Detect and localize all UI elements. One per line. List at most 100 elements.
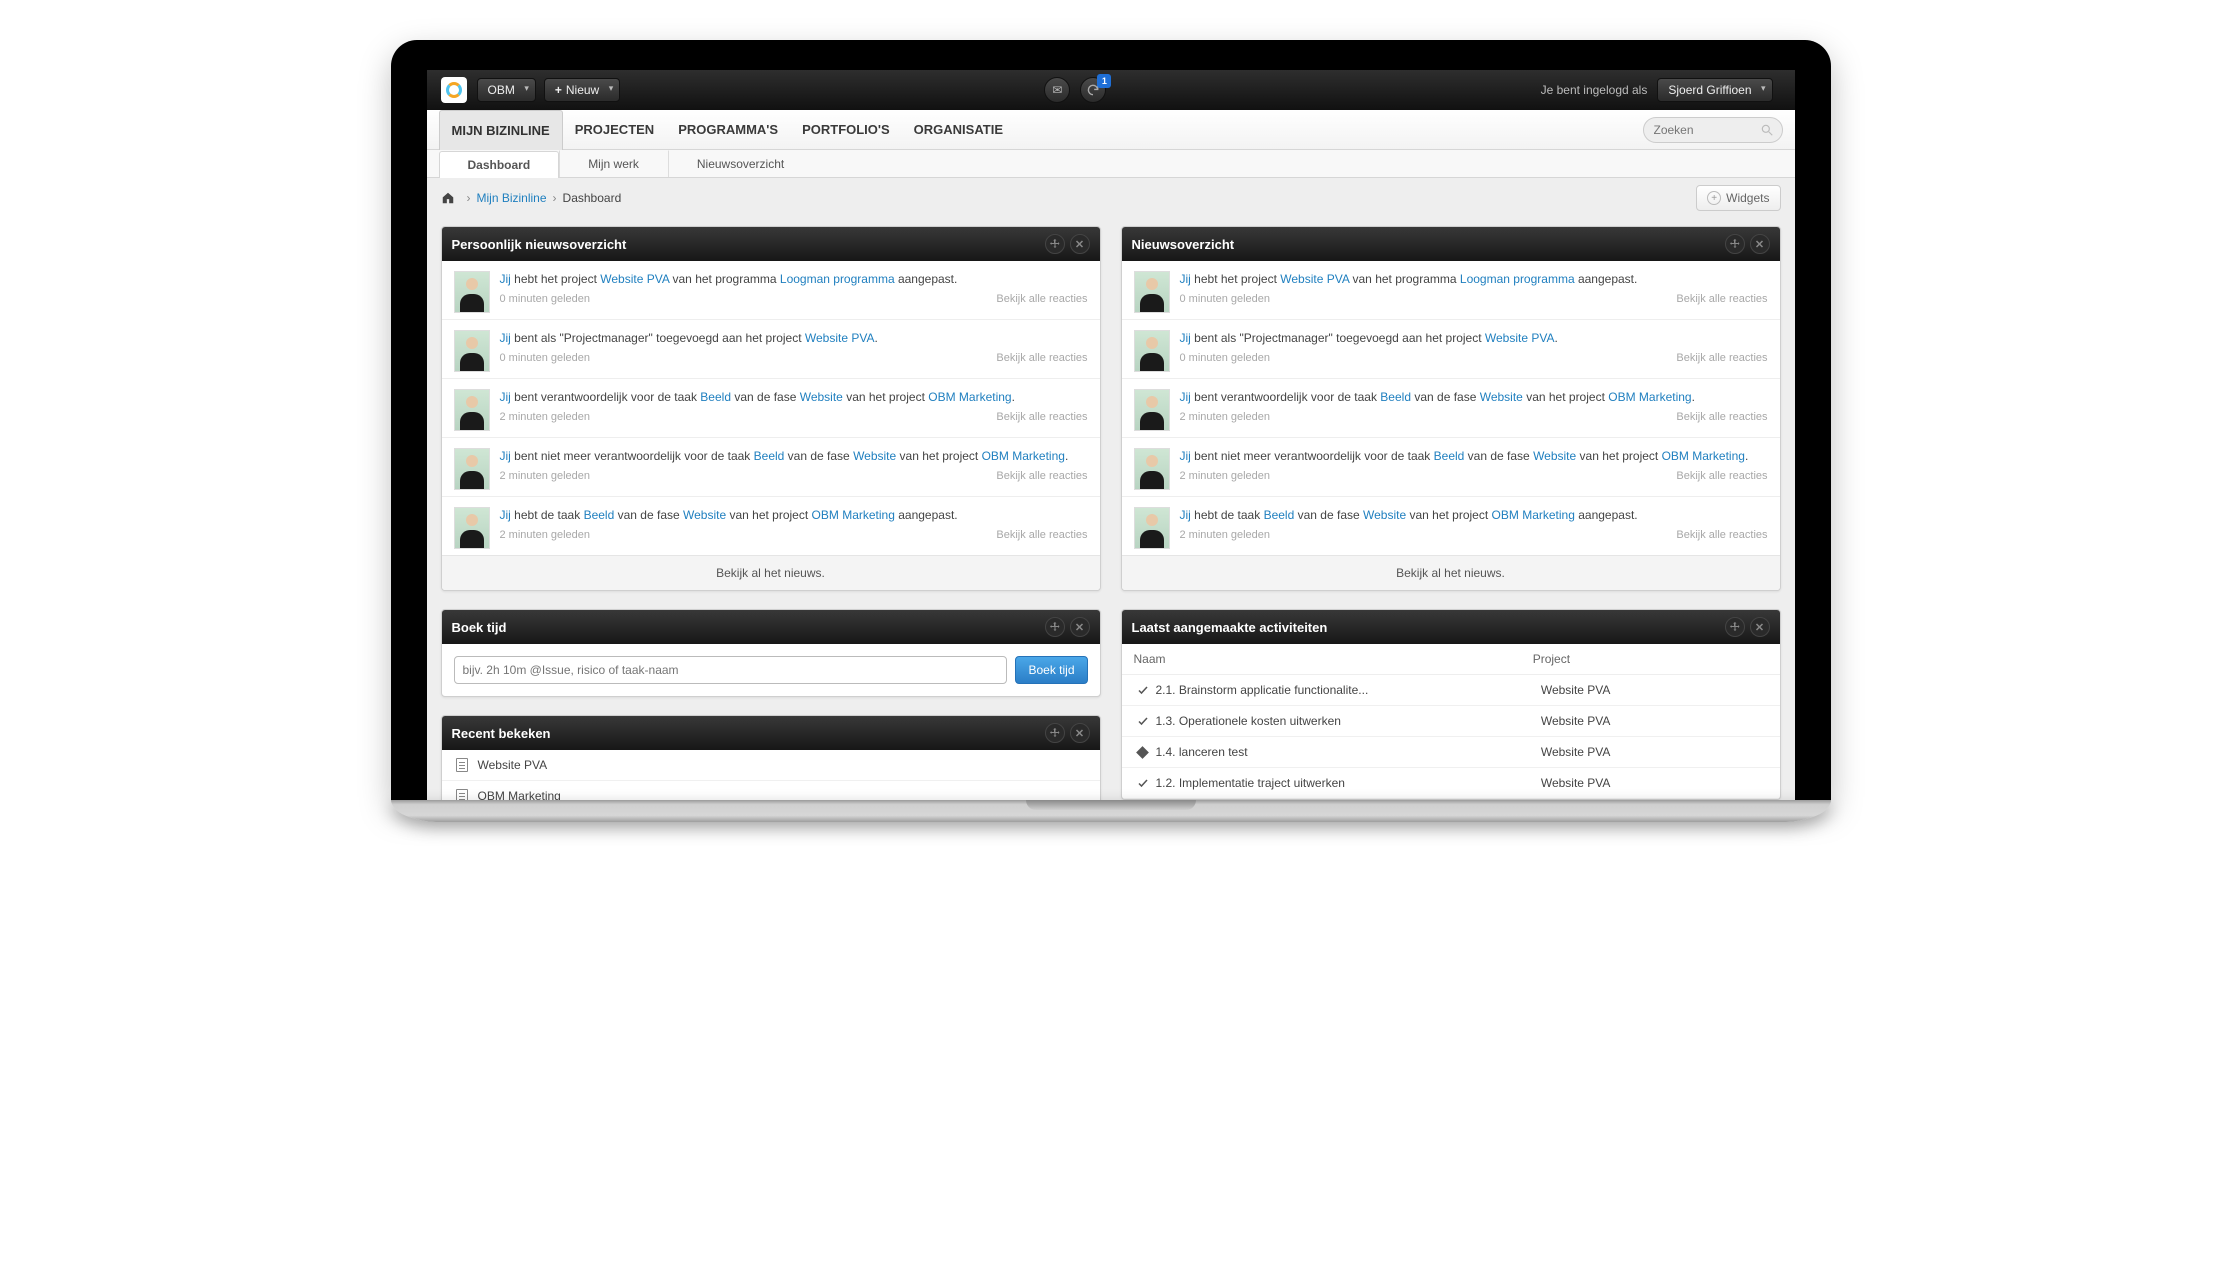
view-reactions[interactable]: Bekijk alle reacties <box>1676 528 1767 543</box>
view-reactions[interactable]: Bekijk alle reacties <box>996 528 1087 543</box>
notification-badge: 1 <box>1097 74 1111 88</box>
move-icon[interactable] <box>1045 617 1065 637</box>
search-box[interactable] <box>1643 117 1783 143</box>
news-link[interactable]: OBM Marketing <box>928 390 1011 404</box>
view-all-news[interactable]: Bekijk al het nieuws. <box>1122 555 1780 590</box>
nav-projecten[interactable]: PROJECTEN <box>563 110 666 150</box>
search-input[interactable] <box>1654 123 1756 137</box>
avatar <box>454 330 490 372</box>
view-all-news[interactable]: Bekijk al het nieuws. <box>442 555 1100 590</box>
widgets-label: Widgets <box>1726 191 1769 205</box>
news-link[interactable]: Loogman programma <box>1460 272 1575 286</box>
news-link[interactable]: OBM Marketing <box>1608 390 1691 404</box>
view-reactions[interactable]: Bekijk alle reacties <box>1676 292 1767 307</box>
news-link[interactable]: Beeld <box>1380 390 1411 404</box>
sub-tabs: Dashboard Mijn werk Nieuwsoverzicht <box>427 150 1795 178</box>
avatar <box>1134 330 1170 372</box>
view-reactions[interactable]: Bekijk alle reacties <box>1676 351 1767 366</box>
activity-row[interactable]: 1.3. Operationele kosten uitwerkenWebsit… <box>1122 706 1780 737</box>
jij-link[interactable]: Jij <box>1180 508 1191 522</box>
jij-link[interactable]: Jij <box>500 449 511 463</box>
news-link[interactable]: OBM Marketing <box>982 449 1065 463</box>
move-icon[interactable] <box>1725 617 1745 637</box>
nav-programmas[interactable]: PROGRAMMA'S <box>666 110 790 150</box>
news-link[interactable]: Website <box>1363 508 1406 522</box>
tab-mijn-werk[interactable]: Mijn werk <box>559 150 668 177</box>
news-link[interactable]: Beeld <box>700 390 731 404</box>
tab-dashboard[interactable]: Dashboard <box>439 151 560 178</box>
activity-row[interactable]: 2.1. Brainstorm applicatie functionalite… <box>1122 675 1780 706</box>
view-reactions[interactable]: Bekijk alle reacties <box>996 351 1087 366</box>
news-link[interactable]: Website PVA <box>805 331 875 345</box>
news-link[interactable]: Website <box>853 449 896 463</box>
activity-name: 1.3. Operationele kosten uitwerken <box>1152 714 1541 728</box>
news-list-personal: Jij hebt het project Website PVA van het… <box>442 261 1100 555</box>
jij-link[interactable]: Jij <box>1180 390 1191 404</box>
news-time: 0 minuten geleden <box>1180 292 1271 307</box>
news-link[interactable]: Loogman programma <box>780 272 895 286</box>
news-link[interactable]: Beeld <box>1264 508 1295 522</box>
jij-link[interactable]: Jij <box>1180 449 1191 463</box>
jij-link[interactable]: Jij <box>500 331 511 345</box>
primary-nav: MIJN BIZINLINE PROJECTEN PROGRAMMA'S POR… <box>427 110 1795 150</box>
news-link[interactable]: Beeld <box>1434 449 1465 463</box>
book-time-input[interactable] <box>454 656 1008 684</box>
jij-link[interactable]: Jij <box>1180 272 1191 286</box>
news-link[interactable]: Beeld <box>584 508 615 522</box>
close-icon[interactable]: ✕ <box>1070 617 1090 637</box>
news-link[interactable]: OBM Marketing <box>812 508 895 522</box>
view-reactions[interactable]: Bekijk alle reacties <box>996 292 1087 307</box>
new-dropdown[interactable]: +Nieuw <box>544 78 620 102</box>
panel-recent: Recent bekeken ✕ Website PVAOBM Marketin… <box>441 715 1101 800</box>
news-link[interactable]: Website PVA <box>600 272 669 286</box>
org-dropdown[interactable]: OBM <box>477 78 536 102</box>
news-link[interactable]: OBM Marketing <box>1492 508 1575 522</box>
move-icon[interactable] <box>1045 234 1065 254</box>
view-reactions[interactable]: Bekijk alle reacties <box>1676 410 1767 425</box>
nav-organisatie[interactable]: ORGANISATIE <box>902 110 1015 150</box>
recent-item[interactable]: Website PVA <box>442 750 1100 781</box>
user-dropdown[interactable]: Sjoerd Griffioen <box>1657 78 1772 102</box>
news-link[interactable]: OBM Marketing <box>1662 449 1745 463</box>
news-link[interactable]: Website <box>683 508 726 522</box>
top-toolbar: OBM +Nieuw ✉ 1 Je bent ingelogd als Sjoe… <box>427 70 1795 110</box>
refresh-icon[interactable]: 1 <box>1080 77 1106 103</box>
view-reactions[interactable]: Bekijk alle reacties <box>1676 469 1767 484</box>
jij-link[interactable]: Jij <box>500 272 511 286</box>
recent-item[interactable]: OBM Marketing <box>442 781 1100 800</box>
crumb-link[interactable]: Mijn Bizinline <box>477 191 547 205</box>
jij-link[interactable]: Jij <box>500 390 511 404</box>
jij-link[interactable]: Jij <box>500 508 511 522</box>
news-link[interactable]: Website <box>800 390 843 404</box>
tab-nieuwsoverzicht[interactable]: Nieuwsoverzicht <box>668 150 813 177</box>
jij-link[interactable]: Jij <box>1180 331 1191 345</box>
news-item: Jij bent verantwoordelijk voor de taak B… <box>442 379 1100 438</box>
news-time: 0 minuten geleden <box>500 351 591 366</box>
news-link[interactable]: Beeld <box>754 449 785 463</box>
nav-portfolios[interactable]: PORTFOLIO'S <box>790 110 902 150</box>
activity-row[interactable]: 1.4. lanceren testWebsite PVA <box>1122 737 1780 768</box>
app-logo[interactable] <box>441 77 467 103</box>
move-icon[interactable] <box>1045 723 1065 743</box>
avatar <box>1134 271 1170 313</box>
view-reactions[interactable]: Bekijk alle reacties <box>996 469 1087 484</box>
book-time-button[interactable]: Boek tijd <box>1015 656 1087 684</box>
news-link[interactable]: Website <box>1533 449 1576 463</box>
view-reactions[interactable]: Bekijk alle reacties <box>996 410 1087 425</box>
activity-name: 2.1. Brainstorm applicatie functionalite… <box>1152 683 1541 697</box>
avatar <box>454 271 490 313</box>
news-link[interactable]: Website PVA <box>1485 331 1555 345</box>
close-icon[interactable]: ✕ <box>1750 234 1770 254</box>
nav-mijn-bizinline[interactable]: MIJN BIZINLINE <box>439 110 563 150</box>
news-link[interactable]: Website <box>1480 390 1523 404</box>
news-link[interactable]: Website PVA <box>1280 272 1349 286</box>
mail-icon[interactable]: ✉ <box>1044 77 1070 103</box>
move-icon[interactable] <box>1725 234 1745 254</box>
widgets-button[interactable]: + Widgets <box>1696 185 1780 211</box>
document-icon <box>456 758 468 772</box>
close-icon[interactable]: ✕ <box>1070 723 1090 743</box>
activity-row[interactable]: 1.2. Implementatie traject uitwerkenWebs… <box>1122 768 1780 799</box>
close-icon[interactable]: ✕ <box>1750 617 1770 637</box>
home-icon[interactable] <box>441 191 455 205</box>
close-icon[interactable]: ✕ <box>1070 234 1090 254</box>
